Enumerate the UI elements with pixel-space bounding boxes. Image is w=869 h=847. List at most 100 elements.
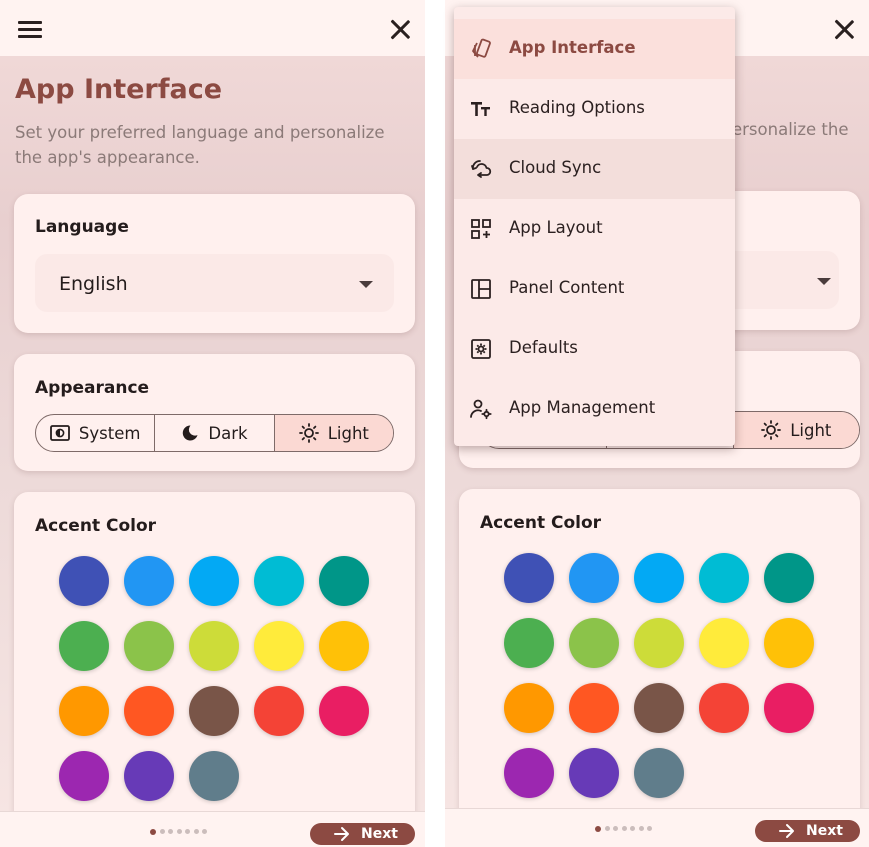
accent-swatch[interactable] — [254, 686, 304, 736]
next-label: Next — [806, 823, 843, 839]
accent-swatch[interactable] — [764, 618, 814, 668]
accent-swatch[interactable] — [254, 621, 304, 671]
accent-swatch[interactable] — [699, 683, 749, 733]
hamburger-icon[interactable] — [18, 21, 42, 38]
accent-swatch[interactable] — [59, 751, 109, 801]
text-size-icon — [471, 102, 490, 116]
page-title: App Interface — [15, 74, 223, 105]
accent-color-label: Accent Color — [480, 513, 602, 533]
menu-item-label: App Layout — [509, 218, 603, 237]
defaults-icon — [471, 339, 491, 359]
menu-item-panel-content[interactable]: Panel Content — [454, 259, 735, 319]
accent-swatch[interactable] — [764, 683, 814, 733]
accent-swatch[interactable] — [634, 748, 684, 798]
appearance-card: Appearance System Dark Light — [14, 354, 415, 471]
menu-item-app-management[interactable]: App Management — [454, 379, 735, 439]
page-dot — [150, 828, 156, 835]
accent-swatch[interactable] — [319, 621, 369, 671]
accent-swatch[interactable] — [254, 556, 304, 606]
page-subtitle: Set your preferred language and personal… — [15, 123, 385, 167]
accent-swatch[interactable] — [124, 556, 174, 606]
accent-swatch[interactable] — [699, 618, 749, 668]
moon-icon — [183, 425, 198, 441]
menu-item-label: Panel Content — [509, 278, 625, 297]
accent-swatch[interactable] — [59, 686, 109, 736]
theme-light-button[interactable]: Light — [274, 415, 393, 451]
accent-swatch[interactable] — [569, 553, 619, 603]
cloud-sync-icon — [471, 160, 492, 178]
arrow-right-icon — [334, 827, 349, 841]
menu-item-cloud-sync[interactable]: Cloud Sync — [454, 139, 735, 199]
accent-swatch[interactable] — [124, 751, 174, 801]
close-icon[interactable] — [832, 17, 856, 41]
settings-nav-menu: App Interface Reading Options Cloud Sync… — [454, 7, 735, 446]
menu-item-defaults[interactable]: Defaults — [454, 319, 735, 379]
language-value: English — [59, 273, 128, 295]
accent-swatch[interactable] — [319, 686, 369, 736]
accent-swatch[interactable] — [124, 621, 174, 671]
screenshot-divider — [425, 0, 445, 847]
next-button[interactable]: Next — [310, 823, 415, 845]
accent-swatch[interactable] — [569, 683, 619, 733]
accent-swatch[interactable] — [569, 618, 619, 668]
accent-swatch[interactable] — [504, 618, 554, 668]
next-button[interactable]: Next — [755, 820, 860, 842]
accent-swatch[interactable] — [189, 621, 239, 671]
page-dot — [176, 829, 182, 834]
page-dot — [185, 829, 190, 834]
accent-swatch[interactable] — [124, 686, 174, 736]
sun-icon — [761, 420, 782, 440]
accent-swatch[interactable] — [699, 553, 749, 603]
accent-swatch[interactable] — [59, 621, 109, 671]
menu-item-app-interface[interactable]: App Interface — [454, 19, 735, 79]
chevron-down-icon — [359, 281, 373, 288]
arrow-right-icon — [779, 824, 794, 838]
page-dot — [638, 826, 644, 831]
accent-swatch[interactable] — [189, 686, 239, 736]
menu-item-label: Defaults — [509, 338, 578, 357]
theme-dark-button[interactable]: Dark — [155, 415, 275, 451]
accent-swatch[interactable] — [634, 683, 684, 733]
accent-swatch[interactable] — [189, 556, 239, 606]
top-app-bar — [0, 0, 425, 56]
accent-swatch[interactable] — [634, 553, 684, 603]
page-dot — [159, 829, 165, 834]
accent-swatch[interactable] — [504, 553, 554, 603]
close-icon[interactable] — [388, 17, 412, 41]
accent-swatch[interactable] — [319, 556, 369, 606]
accent-swatch[interactable] — [569, 748, 619, 798]
theme-segmented-control[interactable]: System Dark Light — [35, 414, 394, 452]
theme-light-label: Light — [790, 420, 832, 440]
page-dot — [630, 826, 635, 831]
language-label: Language — [35, 217, 129, 237]
menu-item-app-layout[interactable]: App Layout — [454, 199, 735, 259]
page-dot — [595, 825, 601, 832]
accent-swatch[interactable] — [504, 683, 554, 733]
language-card: Language English — [14, 194, 415, 333]
menu-item-reading-options[interactable]: Reading Options — [454, 79, 735, 139]
page-dot — [168, 829, 173, 834]
page-indicator — [595, 825, 652, 832]
page-subtitle-partial: ersonalize the — [732, 120, 849, 139]
accent-swatch[interactable] — [764, 553, 814, 603]
menu-item-label: Reading Options — [509, 98, 645, 117]
theme-light-button[interactable]: Light — [733, 412, 859, 448]
accent-color-label: Accent Color — [35, 516, 157, 536]
app-interface-icon — [472, 38, 491, 58]
accent-swatch[interactable] — [634, 618, 684, 668]
theme-system-button[interactable]: System — [36, 415, 156, 451]
theme-dark-label: Dark — [208, 423, 248, 443]
onboarding-footer: Next — [445, 808, 869, 847]
page-dot — [621, 826, 627, 831]
app-management-icon — [470, 399, 492, 420]
menu-item-label: App Interface — [509, 38, 636, 57]
language-dropdown[interactable]: English — [35, 254, 394, 312]
accent-swatch[interactable] — [59, 556, 109, 606]
accent-swatch[interactable] — [504, 748, 554, 798]
accent-color-card: Accent Color — [14, 492, 415, 832]
panel-content-icon — [471, 279, 491, 299]
sun-icon — [298, 423, 319, 443]
menu-item-label: Cloud Sync — [509, 158, 602, 177]
menu-item-label: App Management — [509, 398, 656, 417]
accent-swatch[interactable] — [189, 751, 239, 801]
